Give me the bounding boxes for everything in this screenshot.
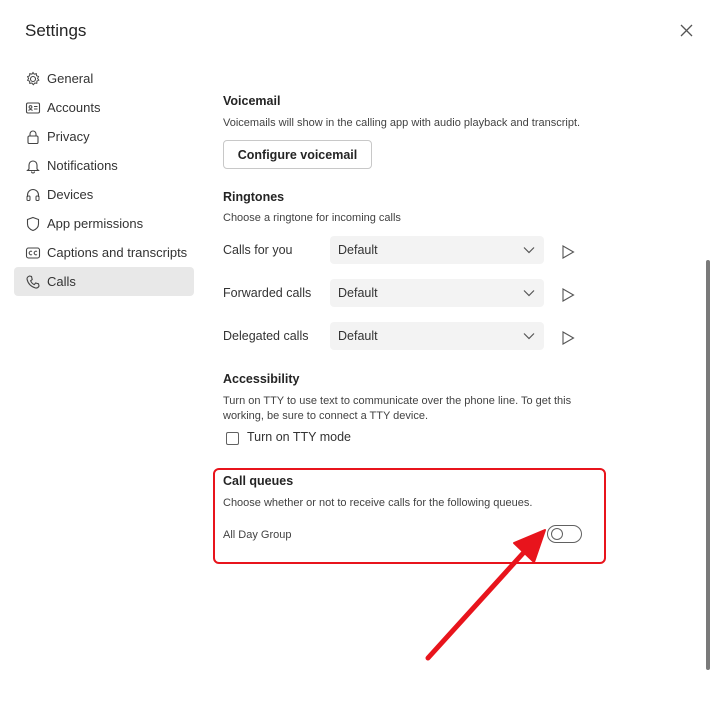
sidebar-item-label: Captions and transcripts: [47, 245, 188, 260]
chevron-down-icon: [523, 290, 535, 297]
close-button[interactable]: [676, 20, 696, 40]
scrollbar[interactable]: [706, 260, 710, 670]
ringtones-title: Ringtones: [223, 190, 285, 204]
select-value: Default: [338, 329, 378, 343]
sidebar-item-devices[interactable]: Devices: [14, 180, 194, 209]
ringtones-description: Choose a ringtone for incoming calls: [223, 212, 401, 224]
page-title: Settings: [25, 21, 87, 40]
tty-checkbox-label: Turn on TTY mode: [247, 430, 351, 444]
headset-icon: [24, 186, 41, 203]
call-queues-title: Call queues: [223, 474, 294, 488]
select-value: Default: [338, 243, 378, 257]
lock-icon: [24, 128, 41, 145]
ringtone-label-forwarded-calls: Forwarded calls: [223, 286, 312, 300]
sidebar-item-label: General: [47, 71, 94, 86]
sidebar-item-app-permissions[interactable]: App permissions: [14, 209, 194, 238]
sidebar-item-label: Calls: [47, 274, 76, 289]
configure-voicemail-button[interactable]: Configure voicemail: [223, 140, 372, 169]
sidebar-item-accounts[interactable]: Accounts: [14, 93, 194, 122]
ringtone-label-delegated-calls: Delegated calls: [223, 329, 309, 343]
call-queues-description: Choose whether or not to receive calls f…: [223, 497, 533, 509]
voicemail-title: Voicemail: [223, 94, 281, 108]
gear-icon: [24, 70, 41, 87]
sidebar-item-label: Devices: [47, 187, 94, 202]
toggle-knob: [551, 528, 563, 540]
id-card-icon: [24, 99, 41, 116]
queue-label: All Day Group: [223, 529, 292, 541]
queue-toggle[interactable]: [547, 525, 582, 543]
play-icon[interactable]: [561, 331, 575, 345]
chevron-down-icon: [523, 247, 535, 254]
sidebar-item-calls[interactable]: Calls: [14, 267, 194, 296]
chevron-down-icon: [523, 333, 535, 340]
select-value: Default: [338, 286, 378, 300]
voicemail-description: Voicemails will show in the calling app …: [223, 117, 581, 129]
sidebar-item-label: Notifications: [47, 158, 118, 173]
sidebar-item-label: Privacy: [47, 129, 90, 144]
sidebar-item-privacy[interactable]: Privacy: [14, 122, 194, 151]
sidebar-item-captions[interactable]: Captions and transcripts: [14, 238, 194, 267]
ringtone-select-forwarded-calls[interactable]: Default: [330, 279, 544, 307]
sidebar-item-label: App permissions: [47, 216, 144, 231]
accessibility-title: Accessibility: [223, 372, 300, 386]
sidebar-item-general[interactable]: General: [14, 64, 194, 93]
ringtone-label-calls-for-you: Calls for you: [223, 243, 293, 257]
play-icon[interactable]: [561, 288, 575, 302]
tty-checkbox[interactable]: [226, 432, 239, 445]
ringtone-select-delegated-calls[interactable]: Default: [330, 322, 544, 350]
sidebar-item-notifications[interactable]: Notifications: [14, 151, 194, 180]
shield-icon: [24, 215, 41, 232]
play-icon[interactable]: [561, 245, 575, 259]
phone-icon: [24, 273, 41, 290]
ringtone-select-calls-for-you[interactable]: Default: [330, 236, 544, 264]
bell-icon: [24, 157, 41, 174]
sidebar: General Accounts Privacy Notifications D…: [14, 64, 194, 296]
closed-captions-icon: [24, 244, 41, 261]
sidebar-item-label: Accounts: [47, 100, 101, 115]
accessibility-description: Turn on TTY to use text to communicate o…: [223, 395, 572, 422]
close-icon: [680, 24, 692, 36]
